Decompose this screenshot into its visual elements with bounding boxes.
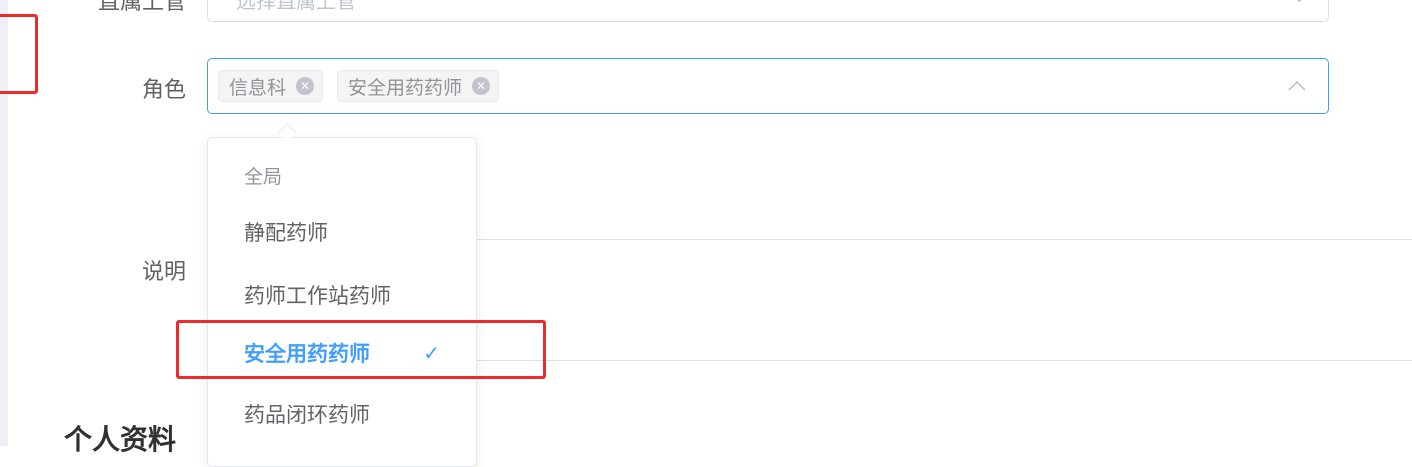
circle-x-icon[interactable]: ✕ <box>472 77 491 95</box>
chevron-down-icon: ⌄ <box>1293 0 1306 6</box>
annotation-highlight-box <box>0 14 38 94</box>
dropdown-group-title: 全局 <box>244 165 283 188</box>
role-tag: 信息科 ✕ <box>218 70 324 102</box>
chevron-up-icon[interactable] <box>1286 75 1308 97</box>
dropdown-option[interactable]: 药品闭环药师 <box>208 385 476 443</box>
description-textarea-border[interactable] <box>476 239 1412 240</box>
section-title: 个人资料 <box>64 423 177 456</box>
dropdown-option[interactable]: 药师工作站药师 <box>208 266 476 324</box>
role-tag-label: 安全用药药师 <box>348 76 463 99</box>
dropdown-option-label: 药品闭环药师 <box>244 403 370 427</box>
role-tag: 安全用药药师 ✕ <box>337 70 500 102</box>
supervisor-placeholder: 选择直属上管 <box>236 0 356 13</box>
supervisor-label: 直属上管 <box>97 0 186 15</box>
role-label: 角色 <box>141 78 186 103</box>
role-dropdown: 全局 静配药师 药师工作站药师 安全用药药师 ✓ 药品闭环药师 <box>207 137 477 467</box>
dropdown-option-label: 药师工作站药师 <box>244 284 391 308</box>
circle-x-icon[interactable]: ✕ <box>296 77 315 95</box>
dropdown-option[interactable]: 静配药师 <box>208 203 476 261</box>
description-textarea-border <box>476 360 1412 361</box>
annotation-highlight-box <box>176 320 546 379</box>
description-label: 说明 <box>141 260 186 285</box>
dropdown-option-label: 静配药师 <box>244 221 328 245</box>
supervisor-select[interactable]: 选择直属上管 ⌄ <box>207 0 1329 22</box>
role-select[interactable]: 信息科 ✕ 安全用药药师 ✕ <box>207 58 1329 114</box>
role-tag-label: 信息科 <box>229 76 287 99</box>
